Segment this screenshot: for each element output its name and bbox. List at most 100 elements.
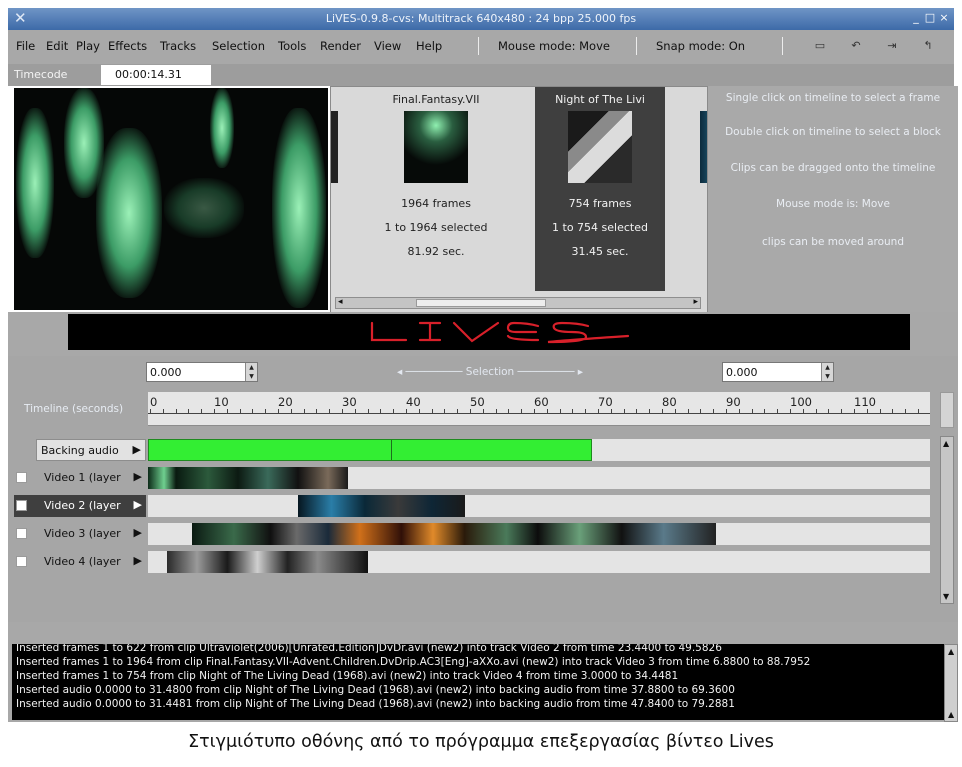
ruler-tick <box>252 409 254 414</box>
track-checkbox[interactable] <box>16 528 27 539</box>
title-bar: ✕ LiVES-0.9.8-cvs: Multitrack 640x480 : … <box>8 8 954 30</box>
clip-selection: 1 to 754 selected <box>552 221 648 234</box>
ruler-tick <box>406 409 407 414</box>
ruler-tick <box>777 409 779 414</box>
clip-name: Year W <box>331 93 371 106</box>
menu-tools[interactable]: Tools <box>278 39 306 53</box>
ruler-tick <box>764 409 766 414</box>
ruler-tick <box>636 409 638 414</box>
log-line: Inserted audio 0.0000 to 31.4800 from cl… <box>16 684 735 696</box>
menu-help[interactable]: Help <box>416 39 442 53</box>
selection-end-spinner[interactable]: 0.000 ▲ ▼ <box>722 362 834 382</box>
track-label[interactable]: Backing audio ▶ <box>36 439 146 461</box>
clip-scrollbar[interactable]: ◂ ▸ <box>335 297 701 309</box>
layout-icon[interactable]: ▭ <box>812 40 828 52</box>
expand-track-icon[interactable]: ▶ <box>134 554 142 567</box>
track-checkbox[interactable] <box>16 556 27 567</box>
scroll-down-icon[interactable]: ▲ <box>948 710 954 719</box>
video-block[interactable] <box>148 467 349 489</box>
undo-icon[interactable]: ↶ <box>848 40 864 52</box>
hint-text: Double click on timeline to select a blo… <box>725 126 941 138</box>
scroll-down-icon[interactable]: ▼ <box>943 592 949 601</box>
scroll-right-icon[interactable]: ▸ <box>693 297 698 307</box>
selection-start-value[interactable]: 0.000 <box>150 366 182 379</box>
snap-mode-menu[interactable]: Snap mode: On <box>656 39 745 53</box>
close-button[interactable]: × <box>936 10 952 26</box>
track-area[interactable] <box>148 551 930 573</box>
ruler-tick <box>662 409 663 414</box>
scroll-up-icon[interactable]: ▲ <box>948 647 954 656</box>
ruler-tick <box>457 409 459 414</box>
menu-render[interactable]: Render <box>320 39 361 53</box>
menu-effects[interactable]: Effects <box>108 39 147 53</box>
track-label[interactable]: Video 2 (layer ▶ <box>14 495 146 517</box>
track-label[interactable]: Video 4 (layer ▶ <box>14 551 146 573</box>
video-block[interactable] <box>298 495 466 517</box>
ruler-tick <box>175 409 177 414</box>
video-preview <box>14 88 328 310</box>
clip-card[interactable]: Ultra 62 1 to 6 2! <box>667 87 707 291</box>
clip-thumbnail[interactable] <box>331 111 338 183</box>
tracks-scrollbar[interactable]: ▲ ▼ <box>940 436 954 604</box>
ruler-tick-label: 110 <box>854 395 876 409</box>
menu-selection[interactable]: Selection <box>212 39 265 53</box>
timeline-label: Timeline (seconds) <box>24 403 124 415</box>
ruler-tick <box>738 409 740 414</box>
track-checkbox[interactable] <box>16 472 27 483</box>
spinner-arrows-icon[interactable]: ▲ ▼ <box>245 363 257 381</box>
clip-card[interactable]: Year W mes elected ec. <box>331 87 371 291</box>
track-label[interactable]: Video 3 (layer ▶ <box>14 523 146 545</box>
track-area[interactable] <box>148 467 930 489</box>
ruler-tick <box>393 409 395 414</box>
ruler-tick <box>521 409 523 414</box>
menu-play[interactable]: Play <box>76 39 100 53</box>
track-checkbox[interactable] <box>16 500 27 511</box>
clip-thumbnail[interactable] <box>700 111 707 183</box>
track-area[interactable] <box>148 439 930 461</box>
ruler-tick <box>790 409 791 414</box>
expand-track-icon[interactable]: ▶ <box>134 526 142 539</box>
menu-file[interactable]: File <box>16 39 35 53</box>
log-line: Inserted frames 1 to 1964 from clip Fina… <box>16 656 811 668</box>
menu-view[interactable]: View <box>374 39 401 53</box>
scroll-thumb[interactable] <box>416 299 546 307</box>
scroll-left-icon[interactable]: ◂ <box>338 297 343 307</box>
video-block[interactable] <box>167 551 369 573</box>
track-area[interactable] <box>148 523 930 545</box>
block-split <box>391 440 393 460</box>
timeline-ruler[interactable]: 0 10 20 30 40 50 60 70 80 90 100 110 <box>148 392 930 426</box>
clip-duration: 81.92 sec. <box>407 245 465 258</box>
clip-thumbnail[interactable] <box>568 111 632 183</box>
ruler-tick-label: 60 <box>534 395 549 409</box>
spinner-arrows-icon[interactable]: ▲ ▼ <box>821 363 833 381</box>
expand-track-icon[interactable]: ▶ <box>133 443 141 456</box>
clip-thumbnail[interactable] <box>404 111 468 183</box>
ruler-tick <box>815 409 817 414</box>
clip-card[interactable]: Night of The Livi 754 frames 1 to 754 sele… <box>535 87 665 291</box>
menu-tracks[interactable]: Tracks <box>160 39 196 53</box>
clip-name: Ultra <box>667 93 707 106</box>
track-area[interactable] <box>148 495 930 517</box>
log-scrollbar[interactable]: ▲ ▲ <box>944 644 958 722</box>
hint-text: Mouse mode is: Move <box>776 198 890 210</box>
menu-bar: File Edit Play Effects Tracks Selection … <box>8 30 954 64</box>
ruler-tick <box>482 409 484 414</box>
video-block[interactable] <box>192 523 717 545</box>
scroll-up-icon[interactable]: ▲ <box>943 439 949 448</box>
expand-track-icon[interactable]: ▶ <box>134 470 142 483</box>
clip-selection: elected <box>331 221 371 234</box>
ruler-scrollbar[interactable] <box>940 392 954 428</box>
back-icon[interactable]: ↰ <box>920 40 936 52</box>
audio-block[interactable] <box>148 439 592 461</box>
selection-end-value[interactable]: 0.000 <box>726 366 758 379</box>
ruler-tick-label: 10 <box>214 395 229 409</box>
redo-icon[interactable]: ⇥ <box>884 40 900 52</box>
menu-edit[interactable]: Edit <box>46 39 68 53</box>
clip-card[interactable]: Final.Fantasy.VII 1964 frames 1 to 1964 se… <box>371 87 501 291</box>
expand-track-icon[interactable]: ▶ <box>134 498 142 511</box>
selection-start-spinner[interactable]: 0.000 ▲ ▼ <box>146 362 258 382</box>
window-title: LiVES-0.9.8-cvs: Multitrack 640x480 : 24… <box>325 12 637 25</box>
track-label[interactable]: Video 1 (layer ▶ <box>14 467 146 489</box>
timecode-field[interactable]: 00:00:14.31 <box>101 65 211 85</box>
mouse-mode-menu[interactable]: Mouse mode: Move <box>498 39 610 53</box>
